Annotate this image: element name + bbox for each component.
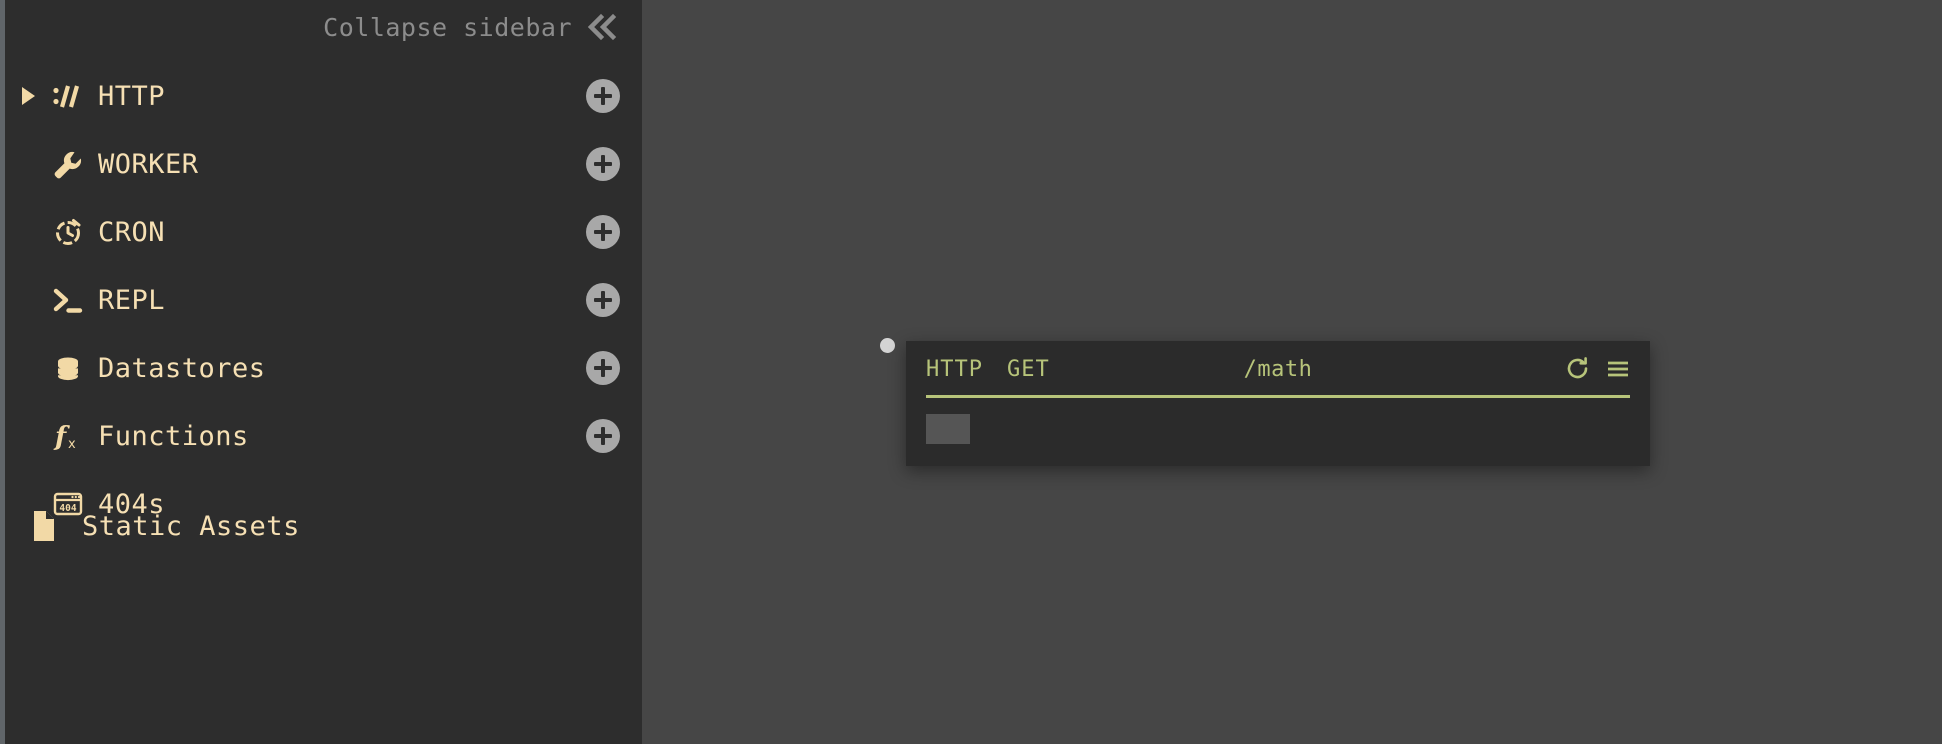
content-placeholder-block [926,414,970,444]
sidebar-item-label: Functions [98,420,249,452]
sidebar-item-functions[interactable]: f x Functions [0,402,642,470]
add-datastore-button[interactable] [586,351,620,385]
app-root: Collapse sidebar HTTP WORKER CRON REPL D… [0,0,1942,744]
database-icon [46,353,90,383]
node-method-label: GET [1006,356,1050,382]
collapse-sidebar-button[interactable]: Collapse sidebar [323,12,620,42]
add-http-button[interactable] [586,79,620,113]
terminal-prompt-icon [46,285,90,315]
hamburger-menu-icon[interactable] [1606,357,1630,381]
sidebar-item-datastores[interactable]: Datastores [0,334,642,402]
sidebar-item-label: CRON [98,216,166,248]
clock-icon [46,217,90,247]
add-function-button[interactable] [586,419,620,453]
protocol-slashes-icon [46,81,90,111]
connection-dot-icon[interactable] [880,338,895,353]
sidebar-item-label: Datastores [98,352,266,384]
flow-canvas[interactable]: HTTP GET /math [642,0,1942,744]
http-endpoint-node[interactable]: HTTP GET /math [906,341,1650,466]
sidebar-item-repl[interactable]: REPL [0,266,642,334]
wrench-icon [46,149,90,179]
node-header-actions [1566,356,1630,382]
node-body[interactable] [906,398,1650,466]
sidebar: Collapse sidebar HTTP WORKER CRON REPL D… [0,0,642,744]
sidebar-item-label: HTTP [98,80,166,112]
collapse-sidebar-label: Collapse sidebar [323,12,572,42]
sidebar-item-label: REPL [98,284,166,316]
node-header: HTTP GET /math [906,341,1650,389]
sidebar-item-worker[interactable]: WORKER [0,130,642,198]
node-header-left: HTTP GET [926,357,1050,382]
node-protocol-label: HTTP [926,356,983,382]
svg-text:x: x [68,437,76,452]
static-assets-label: Static Assets [82,510,300,542]
refresh-icon[interactable] [1566,356,1590,382]
sidebar-item-cron[interactable]: CRON [0,198,642,266]
add-worker-button[interactable] [586,147,620,181]
sidebar-nav: HTTP WORKER CRON REPL Datastores f x Fun… [0,62,642,538]
sidebar-item-http[interactable]: HTTP [0,62,642,130]
add-repl-button[interactable] [586,283,620,317]
sidebar-item-label: WORKER [98,148,199,180]
sidebar-item-static-assets[interactable]: Static Assets [0,492,642,560]
file-document-icon [22,509,66,543]
function-fx-icon: f x [46,420,90,452]
expand-caret-icon[interactable] [10,87,46,105]
add-cron-button[interactable] [586,215,620,249]
chevron-double-left-icon [586,12,620,42]
